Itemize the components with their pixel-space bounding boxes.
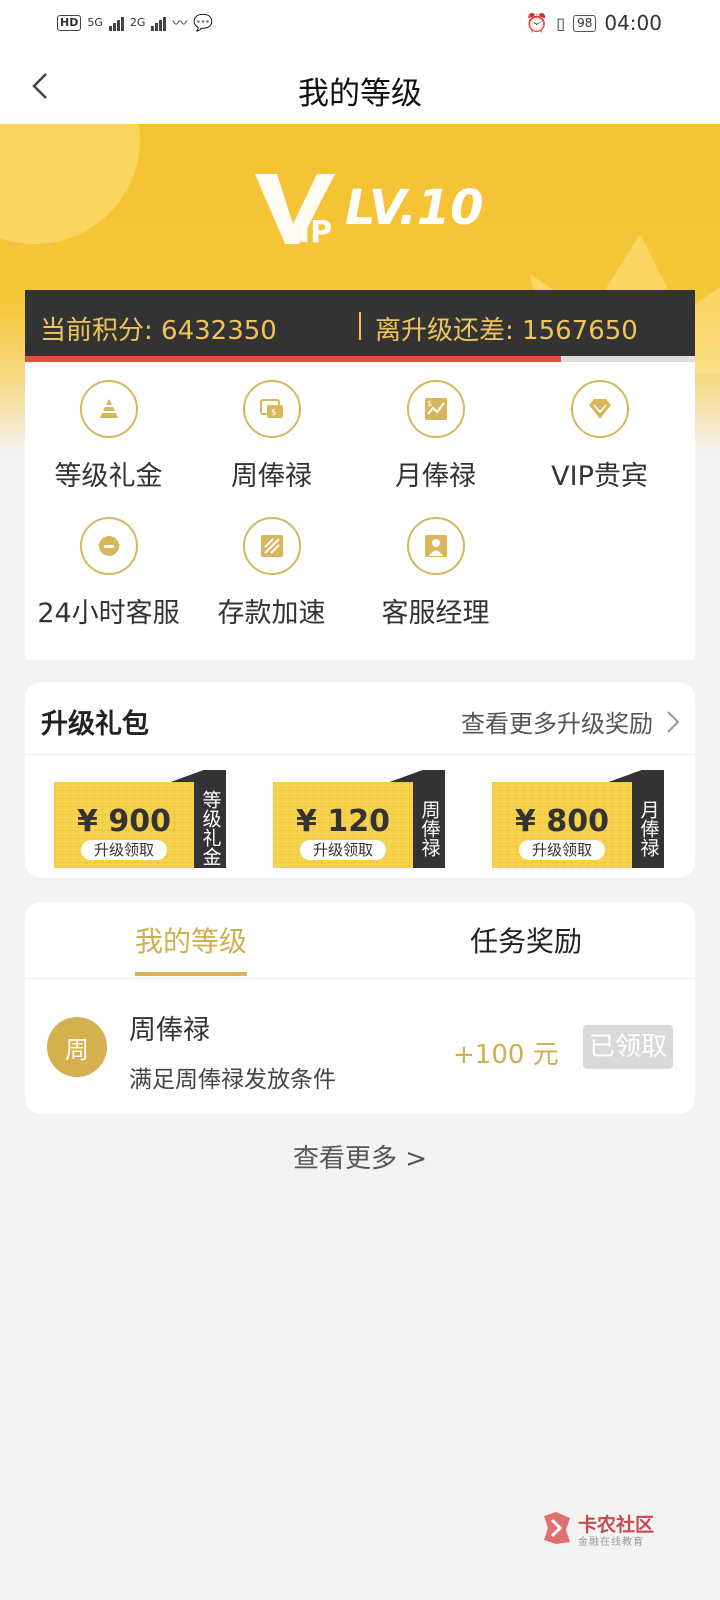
privilege-monthly-salary[interactable]: $ 月俸禄: [352, 380, 519, 493]
status-right: ⏰ ▯ 98 04:00: [526, 11, 662, 35]
vip-logo-icon: IP: [255, 174, 335, 248]
gift-item[interactable]: ¥ 800 升级领取 月俸禄: [492, 770, 664, 868]
gift-item[interactable]: ¥ 900 升级领取 等级礼金: [54, 770, 226, 868]
current-points: 当前积分: 6432350: [40, 316, 277, 346]
gift-ticket: ¥ 120 升级领取: [273, 782, 413, 868]
privilege-label: 月俸禄: [395, 461, 476, 492]
decor-circle: [0, 124, 140, 244]
network-5g-label: 5G: [87, 16, 103, 29]
rocket-icon: [242, 517, 301, 575]
view-more-rewards-link[interactable]: 查看更多升级奖励: [461, 704, 681, 739]
task-reward: +100 元: [453, 1040, 559, 1070]
signal-icon-2: [151, 15, 167, 31]
privilege-vip-guest[interactable]: VIP贵宾: [516, 380, 683, 493]
status-bar: HD 5G 2G 〰 💬 ⏰ ▯ 98 04:00: [0, 0, 720, 48]
headset-icon: [79, 517, 138, 575]
privilege-label: VIP贵宾: [551, 461, 648, 492]
svg-text:$: $: [427, 399, 432, 408]
status-left: HD 5G 2G 〰 💬: [57, 12, 213, 33]
divider: [25, 978, 695, 979]
clock: 04:00: [604, 11, 662, 35]
gift-ticket: ¥ 800 升级领取: [492, 782, 632, 868]
battery-icon: 98: [573, 14, 597, 32]
privilege-label: 24小时客服: [37, 598, 180, 629]
points-bar: 当前积分: 6432350 离升级还差: 1567650: [25, 290, 695, 362]
gift-ticket: ¥ 900 升级领取: [54, 782, 194, 868]
network-2g-label: 2G: [129, 16, 146, 29]
view-more-rewards-label: 查看更多升级奖励: [461, 710, 653, 738]
chart-money-icon: $: [406, 380, 465, 438]
gift-tag: 月俸禄: [632, 782, 664, 868]
page-title: 我的等级: [298, 76, 422, 112]
vip-level: LV.10: [345, 180, 484, 236]
privilege-label: 周俸禄: [231, 461, 312, 492]
privilege-label: 存款加速: [217, 598, 326, 629]
gifts-title: 升级礼包: [41, 709, 149, 740]
see-more-link[interactable]: 查看更多 >: [0, 1138, 720, 1175]
watermark: 卡农社区 金融在线教育: [540, 1508, 670, 1550]
watermark-sub: 金融在线教育: [578, 1537, 644, 1548]
ticket-corner: [166, 770, 226, 782]
level-tasks-card: 我的等级 任务奖励 周 周俸禄 满足周俸禄发放条件 +100 元 已领取: [25, 902, 695, 1114]
gift-tag: 周俸禄: [413, 782, 445, 868]
tab-task-rewards[interactable]: 任务奖励: [470, 920, 582, 960]
hd-indicator: HD: [57, 14, 82, 31]
claimed-button[interactable]: 已领取: [583, 1025, 673, 1069]
tab-my-level[interactable]: 我的等级: [135, 920, 247, 960]
svg-text:$: $: [271, 408, 277, 418]
privilege-weekly-salary[interactable]: $ 周俸禄: [188, 380, 355, 493]
alarm-icon: ⏰: [525, 12, 549, 34]
privileges-grid: 等级礼金 $ 周俸禄 $ 月俸禄 VIP贵宾 24小时客服 存款加速 客服经理: [25, 362, 695, 660]
privilege-account-manager[interactable]: 客服经理: [352, 517, 519, 630]
points-divider: [359, 312, 361, 340]
divider: [25, 754, 695, 755]
privilege-level-bonus[interactable]: 等级礼金: [25, 380, 192, 493]
active-tab-indicator: [135, 972, 247, 976]
watermark-logo-icon: [544, 1512, 570, 1544]
gift-amount: ¥ 900: [77, 804, 171, 839]
points-to-upgrade: 离升级还差: 1567650: [375, 316, 638, 346]
privilege-label: 客服经理: [381, 598, 490, 629]
vibrate-icon: ▯: [556, 13, 566, 33]
svg-text:IP: IP: [299, 215, 332, 248]
signal-icon: [108, 15, 124, 31]
ticket-corner: [385, 770, 445, 782]
app-header: 我的等级: [0, 48, 720, 124]
ticket-corner: [604, 770, 664, 782]
task-title: 周俸禄: [129, 1015, 210, 1046]
chevron-right-icon: [667, 710, 680, 733]
gift-claim-label: 升级领取: [519, 840, 605, 860]
wifi-icon: 〰: [172, 14, 188, 32]
money-card-icon: $: [242, 380, 301, 438]
privilege-deposit-boost[interactable]: 存款加速: [188, 517, 355, 630]
gift-amount: ¥ 800: [515, 804, 609, 839]
manager-icon: [406, 517, 465, 575]
gift-claim-label: 升级领取: [81, 840, 167, 860]
gift-item[interactable]: ¥ 120 升级领取 周俸禄: [273, 770, 445, 868]
task-avatar: 周: [47, 1017, 107, 1077]
gift-tag: 等级礼金: [194, 782, 226, 868]
gift-claim-label: 升级领取: [300, 840, 386, 860]
privilege-label: 等级礼金: [54, 461, 163, 492]
privilege-24h-service[interactable]: 24小时客服: [25, 517, 192, 630]
diamond-icon: [570, 380, 629, 438]
chat-icon: 💬: [193, 13, 214, 32]
gift-amount: ¥ 120: [296, 804, 390, 839]
task-description: 满足周俸禄发放条件: [129, 1067, 336, 1093]
upgrade-gifts-card: 升级礼包 查看更多升级奖励 ¥ 900 升级领取 等级礼金 ¥ 120 升级领取…: [25, 682, 695, 878]
pyramid-icon: [79, 380, 138, 438]
